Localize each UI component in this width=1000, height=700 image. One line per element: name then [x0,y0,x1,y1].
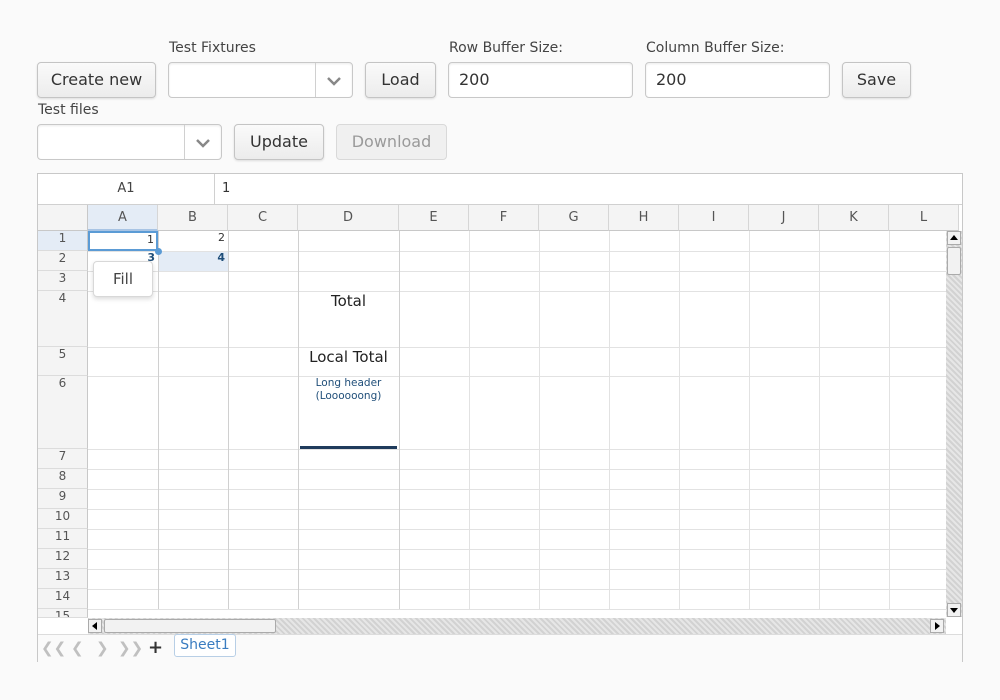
column-header-h[interactable]: H [609,205,679,231]
cell-d6-value: Long header (Loooooong) [315,377,382,402]
grid-line [679,231,680,609]
grid-line [88,569,946,570]
horizontal-scroll-thumb[interactable] [104,619,276,633]
row-header-14[interactable]: 14 [38,589,88,609]
row-buffer-input[interactable]: 200 [448,62,633,98]
test-fixtures-label: Test Fixtures [169,40,256,56]
scroll-up-arrow-icon[interactable] [947,231,961,245]
column-header-g[interactable]: G [539,205,609,231]
row-header-8[interactable]: 8 [38,469,88,489]
grid-line [469,231,470,609]
column-buffer-label: Column Buffer Size: [646,40,785,56]
grid-line [88,509,946,510]
grid-line [88,347,946,348]
save-button[interactable]: Save [842,62,911,98]
column-header-j[interactable]: J [749,205,819,231]
formula-input[interactable]: 1 [222,174,230,204]
column-header-a[interactable]: A [88,205,158,231]
cell-d5-value: Local Total [309,348,388,366]
vertical-scrollbar[interactable] [946,231,962,617]
row-buffer-label: Row Buffer Size: [449,40,563,56]
vertical-scroll-thumb[interactable] [947,247,961,275]
column-buffer-input[interactable]: 200 [645,62,830,98]
grid-line [819,231,820,609]
column-header-i[interactable]: I [679,205,749,231]
column-header-e[interactable]: E [399,205,469,231]
last-sheet-icon[interactable]: ❯❯ [118,639,143,657]
create-new-button[interactable]: Create new [37,62,156,98]
grid-line [749,231,750,609]
test-files-label: Test files [38,102,99,118]
column-header-k[interactable]: K [819,205,889,231]
column-header-l[interactable]: L [889,205,959,231]
grid-line [88,291,946,292]
grid-line [88,549,946,550]
grid-line [298,231,299,609]
grid-line [399,231,400,609]
chevron-down-icon[interactable] [184,125,221,159]
grid-line [88,376,946,377]
sheet-tabs-bar: ❮❮ ❮ ❯ ❯❯ + Sheet1 [38,634,962,662]
select-all-corner[interactable] [38,205,88,231]
cell-b1-value: 2 [218,231,225,244]
row-header-12[interactable]: 12 [38,549,88,569]
next-sheet-icon[interactable]: ❯ [96,639,109,657]
row-header-9[interactable]: 9 [38,489,88,509]
row-header-4[interactable]: 4 [38,291,88,347]
grid-line [228,231,229,609]
cell-d6[interactable]: Long header (Loooooong) [300,376,397,449]
grid-line [88,449,946,450]
download-button: Download [336,124,447,160]
spreadsheet[interactable]: A1 1 A B C D E F G H I J K L 1 2 3 4 5 6… [37,173,963,662]
first-sheet-icon[interactable]: ❮❮ [41,639,66,657]
grid-line [88,609,946,610]
row-header-10[interactable]: 10 [38,509,88,529]
cell-address-field[interactable]: A1 [38,174,215,204]
test-files-dropdown[interactable] [37,124,222,160]
row-header-5[interactable]: 5 [38,347,88,376]
previous-sheet-icon[interactable]: ❮ [71,639,84,657]
column-header-c[interactable]: C [228,205,298,231]
sheet-tab[interactable]: Sheet1 [174,634,236,657]
row-header-2[interactable]: 2 [38,251,88,271]
cell-b2-value: 4 [217,251,225,264]
row-header-11[interactable]: 11 [38,529,88,549]
formula-bar: A1 1 [38,174,962,205]
update-button[interactable]: Update [234,124,324,160]
cell-a1-value: 1 [147,233,154,246]
cell-d5[interactable]: Local Total [298,347,399,376]
grid-line [88,489,946,490]
grid-line [609,231,610,609]
fill-popup-button[interactable]: Fill [93,261,153,297]
scroll-down-arrow-icon[interactable] [947,603,961,617]
add-sheet-icon[interactable]: + [148,637,163,658]
column-header-f[interactable]: F [469,205,539,231]
column-header-d[interactable]: D [298,205,399,231]
cell-b2[interactable]: 4 [158,251,228,271]
cell-b1[interactable]: 2 [158,231,228,251]
row-header-3[interactable]: 3 [38,271,88,291]
grid-line [88,529,946,530]
grid-line [539,231,540,609]
column-header-b[interactable]: B [158,205,228,231]
horizontal-scrollbar[interactable] [88,618,946,634]
grid-line [88,271,946,272]
cell-d4[interactable]: Total [298,291,399,347]
row-header-7[interactable]: 7 [38,449,88,469]
scroll-left-arrow-icon[interactable] [88,619,102,633]
grid-line [889,231,890,609]
chevron-down-icon[interactable] [315,63,352,97]
row-header-15[interactable]: 15 [38,609,88,618]
grid-line [88,469,946,470]
grid-line [88,589,946,590]
row-header-1[interactable]: 1 [38,231,88,251]
row-header-6[interactable]: 6 [38,376,88,449]
load-button[interactable]: Load [365,62,436,98]
grid-line [158,231,159,609]
cell-a1[interactable]: 1 [88,231,158,251]
test-fixtures-dropdown[interactable] [168,62,353,98]
row-header-13[interactable]: 13 [38,569,88,589]
scroll-right-arrow-icon[interactable] [930,619,944,633]
cell-d4-value: Total [330,292,367,310]
